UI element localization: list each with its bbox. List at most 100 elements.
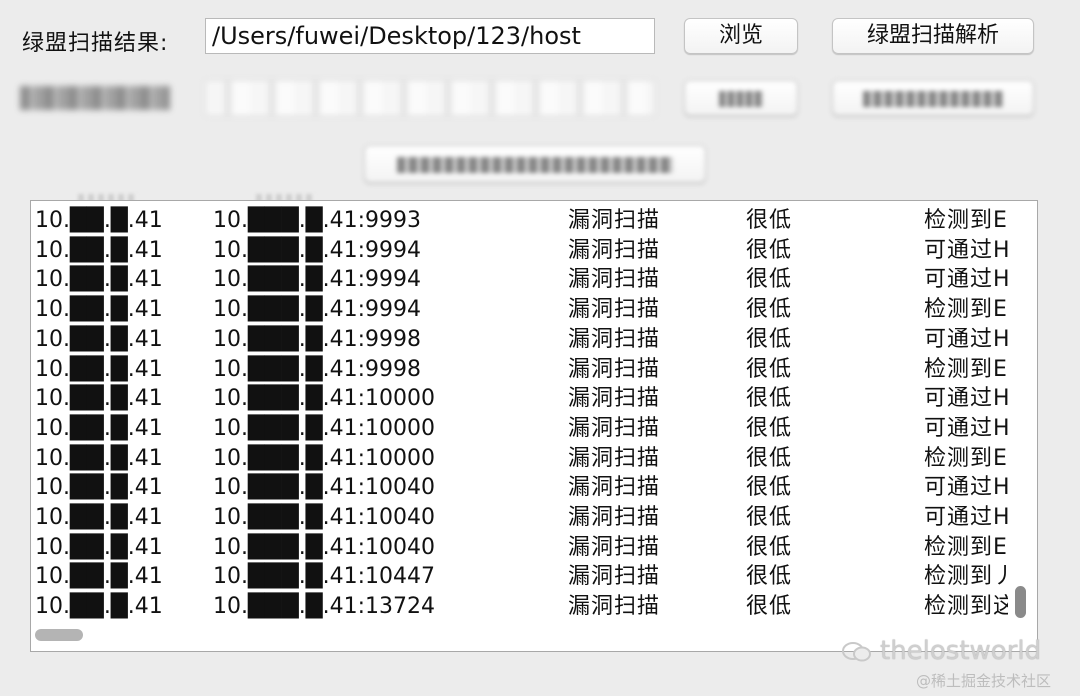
cell-risk-level: 很低: [746, 297, 793, 323]
cell-description: 检测到E: [924, 534, 1008, 560]
cell-target-address: 10.███.█.41:10000: [213, 415, 436, 441]
cell-description: 检测到E: [924, 445, 1008, 471]
table-row[interactable]: 10.██.█.41 10.███.█.41:10000 漏洞扫描 很低 可通过H: [31, 384, 1031, 414]
cell-source-ip: 10.██.█.41: [35, 267, 163, 293]
cell-target-address: 10.███.█.41:10040: [213, 505, 436, 530]
cell-scan-type: 漏洞扫描: [568, 386, 661, 412]
watermark: thelostworld: [842, 636, 1041, 666]
scan-result-path-field[interactable]: /Users/fuwei/Desktop/123/host: [205, 18, 655, 54]
cell-source-ip: 10.██.█.41: [35, 356, 163, 382]
table-row[interactable]: 10.██.█.41 10.███.█.41:10447 漏洞扫描 很低 检测到丿: [31, 562, 1031, 592]
cell-risk-level: 很低: [746, 237, 793, 263]
cell-target-address: 10.███.█.41:9994: [213, 267, 422, 293]
browse-button[interactable]: 浏览: [684, 18, 798, 54]
cell-risk-level: 很低: [746, 475, 793, 501]
cell-risk-level: 很低: [746, 445, 793, 471]
cell-source-ip: 10.██.█.41: [35, 594, 163, 620]
table-row[interactable]: 10.██.█.41 10.███.█.41:9998 漏洞扫描 很低 可通过H: [31, 325, 1031, 355]
scan-result-label: 绿盟扫描结果:: [22, 31, 169, 56]
cell-target-address: 10.███.█.41:9994: [213, 297, 422, 323]
cell-source-ip: 10.██.█.41: [35, 534, 163, 560]
table-row[interactable]: 10.██.█.41 10.███.█.41:10000 漏洞扫描 很低 可通过H: [31, 414, 1031, 444]
cell-target-address: 10.███.█.41:9998: [213, 356, 422, 382]
table-row[interactable]: 10.██.█.41 10.███.█.41:9994 漏洞扫描 很低 可通过H: [31, 236, 1031, 266]
app-window: 绿盟扫描结果: /Users/fuwei/Desktop/123/host 浏览…: [0, 0, 1080, 696]
scan-results-table[interactable]: 10.██.█.41 10.███.█.41:9993 漏洞扫描 很低 检测到E 10.█…: [30, 200, 1038, 652]
table-row[interactable]: 10.██.█.41 10.███.█.41:9993 漏洞扫描 很低 检测到E: [31, 206, 1031, 236]
redacted-action-button[interactable]: [364, 145, 706, 183]
cell-risk-level: 很低: [746, 534, 793, 560]
cell-scan-type: 漏洞扫描: [568, 415, 661, 441]
cell-scan-type: 漏洞扫描: [568, 445, 661, 471]
cell-description: 可通过H: [924, 505, 1008, 530]
cell-scan-type: 漏洞扫描: [568, 237, 661, 263]
cell-source-ip: 10.██.█.41: [35, 505, 163, 530]
cell-scan-type: 漏洞扫描: [568, 267, 661, 293]
cell-source-ip: 10.██.█.41: [35, 208, 163, 233]
cell-source-ip: 10.██.█.41: [35, 445, 163, 471]
cell-description: 可通过H: [924, 326, 1008, 352]
table-row[interactable]: 10.██.█.41 10.███.█.41:9994 漏洞扫描 很低 可通过H: [31, 265, 1031, 295]
cell-target-address: 10.███.█.41:10040: [213, 475, 436, 501]
cell-scan-type: 漏洞扫描: [568, 356, 661, 382]
cell-description: 检测到E: [924, 208, 1008, 233]
redacted-path-field[interactable]: [205, 80, 655, 116]
cell-description: 可通过H: [924, 267, 1008, 293]
cell-description: 可通过H: [924, 237, 1008, 263]
cell-target-address: 10.███.█.41:10000: [213, 386, 436, 412]
cell-description: 可通过H: [924, 475, 1008, 501]
cell-risk-level: 很低: [746, 356, 793, 382]
cell-risk-level: 很低: [746, 326, 793, 352]
cell-scan-type: 漏洞扫描: [568, 208, 661, 233]
cell-description: 检测到E: [924, 356, 1008, 382]
cell-scan-type: 漏洞扫描: [568, 505, 661, 530]
cell-source-ip: 10.██.█.41: [35, 415, 163, 441]
cell-risk-level: 很低: [746, 505, 793, 530]
cell-scan-type: 漏洞扫描: [568, 564, 661, 590]
redacted-browse-button[interactable]: [684, 80, 798, 116]
cell-scan-type: 漏洞扫描: [568, 594, 661, 620]
table-row[interactable]: 10.██.█.41 10.███.█.41:10000 漏洞扫描 很低 检测到E: [31, 444, 1031, 474]
cell-description: 可通过H: [924, 415, 1008, 441]
cell-description: 检测到丿: [924, 564, 1008, 590]
cell-source-ip: 10.██.█.41: [35, 297, 163, 323]
cell-risk-level: 很低: [746, 594, 793, 620]
table-row[interactable]: 10.██.█.41 10.███.█.41:9998 漏洞扫描 很低 检测到E: [31, 355, 1031, 385]
cell-description: 检测到这: [924, 594, 1008, 620]
cell-scan-type: 漏洞扫描: [568, 534, 661, 560]
cell-risk-level: 很低: [746, 564, 793, 590]
cell-risk-level: 很低: [746, 267, 793, 293]
table-row[interactable]: 10.██.█.41 10.███.█.41:10040 漏洞扫描 很低 检测到E: [31, 533, 1031, 563]
cell-target-address: 10.███.█.41:9994: [213, 237, 422, 263]
wechat-icon: [842, 641, 871, 661]
cell-description: 检测到E: [924, 297, 1008, 323]
watermark-text: thelostworld: [880, 636, 1042, 666]
vertical-scrollbar-thumb[interactable]: [1015, 586, 1026, 618]
cell-target-address: 10.███.█.41:9998: [213, 326, 422, 352]
cell-scan-type: 漏洞扫描: [568, 326, 661, 352]
cell-source-ip: 10.██.█.41: [35, 564, 163, 590]
cell-description: 可通过H: [924, 386, 1008, 412]
cell-target-address: 10.███.█.41:10447: [213, 564, 436, 590]
cell-target-address: 10.███.█.41:9993: [213, 208, 422, 233]
watermark-credit: @稀土掘金技术社区: [916, 672, 1052, 690]
cell-target-address: 10.███.█.41:10000: [213, 445, 436, 471]
cell-source-ip: 10.██.█.41: [35, 475, 163, 501]
cell-risk-level: 很低: [746, 415, 793, 441]
cell-source-ip: 10.██.█.41: [35, 386, 163, 412]
cell-risk-level: 很低: [746, 386, 793, 412]
horizontal-scrollbar-thumb[interactable]: [35, 629, 83, 641]
cell-source-ip: 10.██.█.41: [35, 237, 163, 263]
cell-risk-level: 很低: [746, 208, 793, 233]
redacted-label: [20, 86, 170, 110]
parse-button[interactable]: 绿盟扫描解析: [832, 18, 1034, 54]
cell-target-address: 10.███.█.41:13724: [213, 594, 436, 620]
table-row[interactable]: 10.██.█.41 10.███.█.41:10040 漏洞扫描 很低 可通过H: [31, 473, 1031, 503]
cell-source-ip: 10.██.█.41: [35, 326, 163, 352]
table-row[interactable]: 10.██.█.41 10.███.█.41:13724 漏洞扫描 很低 检测到这: [31, 592, 1031, 622]
table-row[interactable]: 10.██.█.41 10.███.█.41:10040 漏洞扫描 很低 可通过H: [31, 503, 1031, 533]
table-row[interactable]: 10.██.█.41 10.███.█.41:9994 漏洞扫描 很低 检测到E: [31, 295, 1031, 325]
cell-target-address: 10.███.█.41:10040: [213, 534, 436, 560]
cell-scan-type: 漏洞扫描: [568, 475, 661, 501]
redacted-parse-button[interactable]: [832, 80, 1034, 116]
